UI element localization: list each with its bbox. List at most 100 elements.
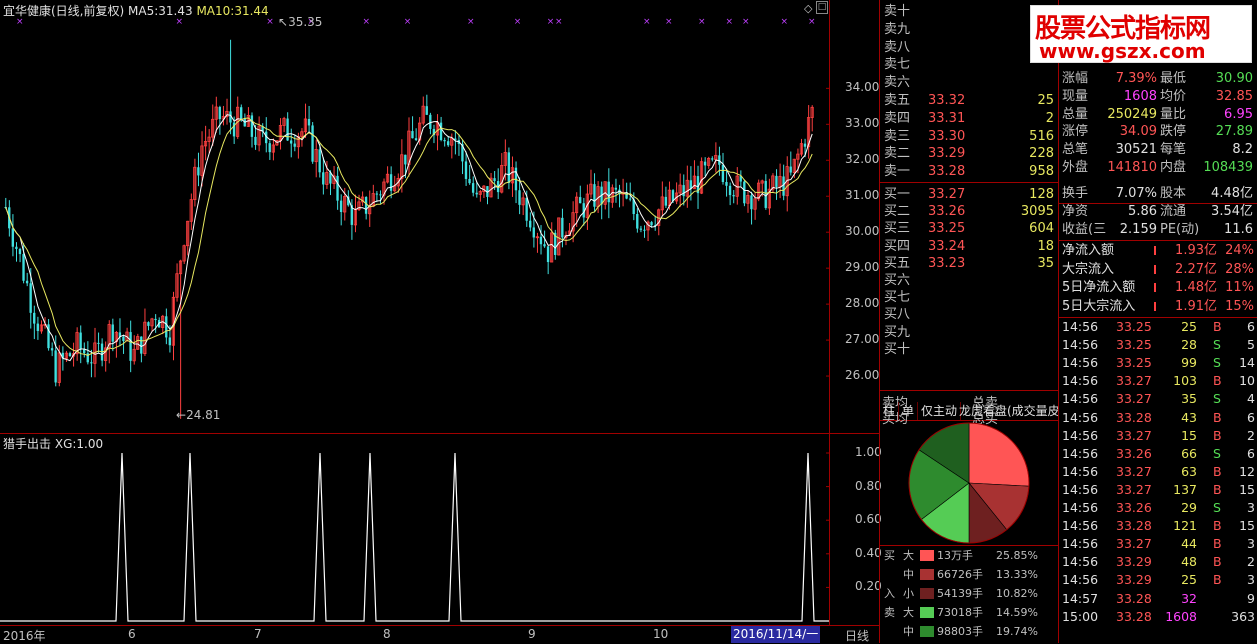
watermark-logo: 股票公式指标网 www.gszx.com (1030, 5, 1252, 63)
trade-price: 33.29 (1116, 554, 1152, 570)
candle-body (50, 348, 54, 351)
trade-time: 14:56 (1062, 409, 1099, 425)
legend-swatch (920, 626, 934, 637)
trade-row[interactable]: 14:56 33.27 137 B 15 (1060, 481, 1257, 498)
trade-row[interactable]: 14:56 33.25 99 S 14 (1060, 354, 1257, 371)
bid-level-row: 买十 (882, 341, 1058, 358)
trade-volume: 99 (1181, 355, 1197, 371)
stat-label: 外盘 (1062, 160, 1089, 175)
diamond-icon[interactable]: ◇ (804, 2, 812, 15)
candle-body (379, 194, 382, 196)
trade-row[interactable]: 14:56 33.28 121 B 15 (1060, 517, 1257, 534)
candle-body (22, 254, 25, 281)
stat-value: 34.09 (1119, 124, 1157, 140)
trade-time: 15:00 (1062, 608, 1099, 624)
candle-body (650, 222, 653, 226)
trade-volume: 66 (1181, 445, 1197, 461)
price-tick-label: 33.00 (845, 116, 880, 131)
candlestick-chart[interactable]: ×××××××××××××××××× (0, 0, 830, 433)
bid-level-row: 买八 (882, 306, 1058, 323)
trade-row[interactable]: 14:56 33.28 43 B 6 (1060, 409, 1257, 426)
flow-bar (1154, 283, 1156, 293)
trade-row[interactable]: 14:56 33.29 48 B 2 (1060, 553, 1257, 570)
stat-row: 现量 1608 均价 32.85 (1060, 88, 1257, 105)
trade-row[interactable]: 14:56 33.29 25 B 3 (1060, 571, 1257, 588)
candle-body (18, 249, 22, 255)
candle-body (803, 143, 807, 147)
level-price: 33.29 (928, 146, 966, 162)
stat-label: 现量 (1062, 88, 1089, 104)
candle-body (111, 324, 114, 342)
candle-body (439, 122, 443, 140)
trade-row[interactable]: 14:56 33.27 44 B 3 (1060, 535, 1257, 552)
trade-row[interactable]: 14:56 33.25 25 B 6 (1060, 318, 1257, 335)
legend-size: 小 (903, 587, 914, 600)
tab-active-only[interactable]: 仅主动 (918, 402, 962, 420)
trade-price: 33.29 (1116, 572, 1152, 588)
legend-volume: 73018手 (937, 606, 983, 619)
candle-body (529, 220, 532, 228)
sell-side-label: 卖 (884, 606, 895, 619)
trade-price: 33.27 (1116, 373, 1152, 389)
trade-volume: 35 (1181, 391, 1197, 407)
trade-row[interactable]: 14:57 33.28 32 9 (1060, 590, 1257, 607)
candle-body (197, 167, 200, 176)
stat-value: 5.86 (1128, 204, 1157, 220)
flow-pct: 15% (1225, 298, 1254, 314)
x-label-6: 6 (128, 627, 136, 641)
candle-body (443, 139, 446, 142)
stat-label: 量比 (1160, 106, 1187, 122)
tab-single[interactable]: 单 (899, 402, 919, 420)
price-tick-label: 27.00 (845, 332, 880, 347)
level-price: 33.26 (928, 204, 966, 220)
watermark-line2: www.gszx.com (1039, 39, 1206, 63)
order-flow-pie (908, 422, 1030, 544)
trade-count: 3 (1247, 500, 1255, 515)
trade-row[interactable]: 14:56 33.27 103 B 10 (1060, 372, 1257, 389)
restore-button[interactable]: □ (816, 1, 828, 14)
candle-body (218, 107, 221, 120)
level-price: 33.31 (928, 110, 966, 126)
trade-row[interactable]: 14:56 33.26 29 S 3 (1060, 499, 1257, 516)
level-price: 33.28 (928, 164, 966, 180)
trade-row[interactable]: 15:00 33.28 1608 363 (1060, 608, 1257, 625)
trade-volume: 29 (1181, 500, 1197, 515)
trade-side: B (1213, 463, 1222, 479)
trade-time: 14:57 (1062, 590, 1099, 606)
indicator-chart[interactable] (0, 433, 830, 625)
trade-volume: 48 (1181, 554, 1197, 570)
flow-bar (1154, 246, 1156, 255)
stat-value: 250249 (1107, 106, 1157, 122)
stat-row: 收益(三 2.159 PE(动) 11.6 (1060, 221, 1257, 238)
signal-marker: × (643, 17, 651, 27)
period-label[interactable]: 日线 (845, 627, 869, 644)
ask-level-row: 卖二 33.29 228 (882, 145, 1058, 162)
flow-value: 1.91亿 (1175, 298, 1217, 314)
candle-body (83, 349, 86, 354)
stat-row: 外盘 141810 内盘 108439 (1060, 159, 1257, 176)
tab-bar-chart[interactable]: 柱 (880, 402, 900, 420)
trade-count: 4 (1247, 391, 1255, 407)
trade-row[interactable]: 14:56 33.25 28 S 5 (1060, 336, 1257, 353)
candle-body (664, 196, 668, 206)
candle-body (307, 118, 311, 126)
tab-longhu[interactable]: 龙虎看盘(成交量皮 (956, 402, 1058, 420)
trade-time: 14:56 (1062, 355, 1099, 371)
trade-row[interactable]: 14:56 33.26 66 S 6 (1060, 445, 1257, 462)
candle-body (240, 107, 243, 119)
level-price: 33.23 (928, 255, 966, 271)
level-volume: 958 (1029, 164, 1054, 180)
trade-row[interactable]: 14:56 33.27 35 S 4 (1060, 390, 1257, 407)
trade-count: 9 (1247, 590, 1255, 606)
trade-row[interactable]: 14:56 33.27 15 B 2 (1060, 427, 1257, 444)
candle-body (628, 198, 632, 200)
trade-row[interactable]: 14:56 33.27 63 B 12 (1060, 463, 1257, 480)
candle-body (129, 332, 132, 361)
xg-value: 1.00 (76, 437, 104, 451)
trade-count: 3 (1247, 572, 1255, 588)
stat-row: 净资 5.86 流通 3.54亿 (1060, 203, 1257, 220)
x-label-2016: 2016年 (3, 629, 46, 643)
candle-body (322, 172, 325, 185)
trade-price: 33.25 (1116, 355, 1152, 371)
candle-body (339, 200, 343, 212)
